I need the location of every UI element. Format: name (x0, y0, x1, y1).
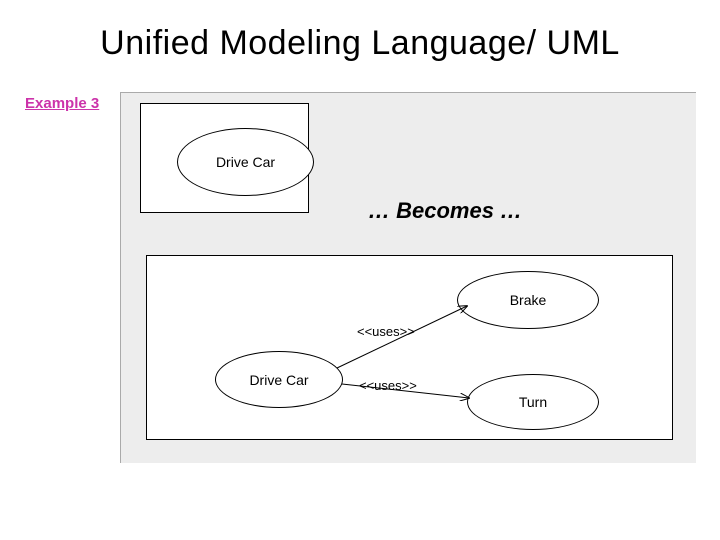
before-system-box: Drive Car (140, 103, 309, 213)
usecase-label: Turn (519, 394, 547, 410)
usecase-drive-car-before: Drive Car (177, 128, 314, 196)
usecase-brake: Brake (457, 271, 599, 329)
after-system-box: Drive Car Brake Turn (146, 255, 673, 440)
uses-stereotype-brake: <<uses>> (357, 324, 415, 339)
slide: Unified Modeling Language/ UML Example 3… (0, 0, 720, 540)
example-label: Example 3 (25, 95, 99, 112)
page-title: Unified Modeling Language/ UML (0, 24, 720, 63)
uses-stereotype-turn: <<uses>> (359, 378, 417, 393)
diagram-panel: Drive Car … Becomes … Drive Car Brake Tu… (120, 92, 696, 463)
becomes-text: … Becomes … (368, 198, 522, 224)
usecase-drive-car-after: Drive Car (215, 351, 343, 408)
usecase-label: Brake (510, 292, 547, 308)
usecase-label: Drive Car (216, 154, 275, 170)
usecase-label: Drive Car (249, 372, 308, 388)
usecase-turn: Turn (467, 374, 599, 430)
